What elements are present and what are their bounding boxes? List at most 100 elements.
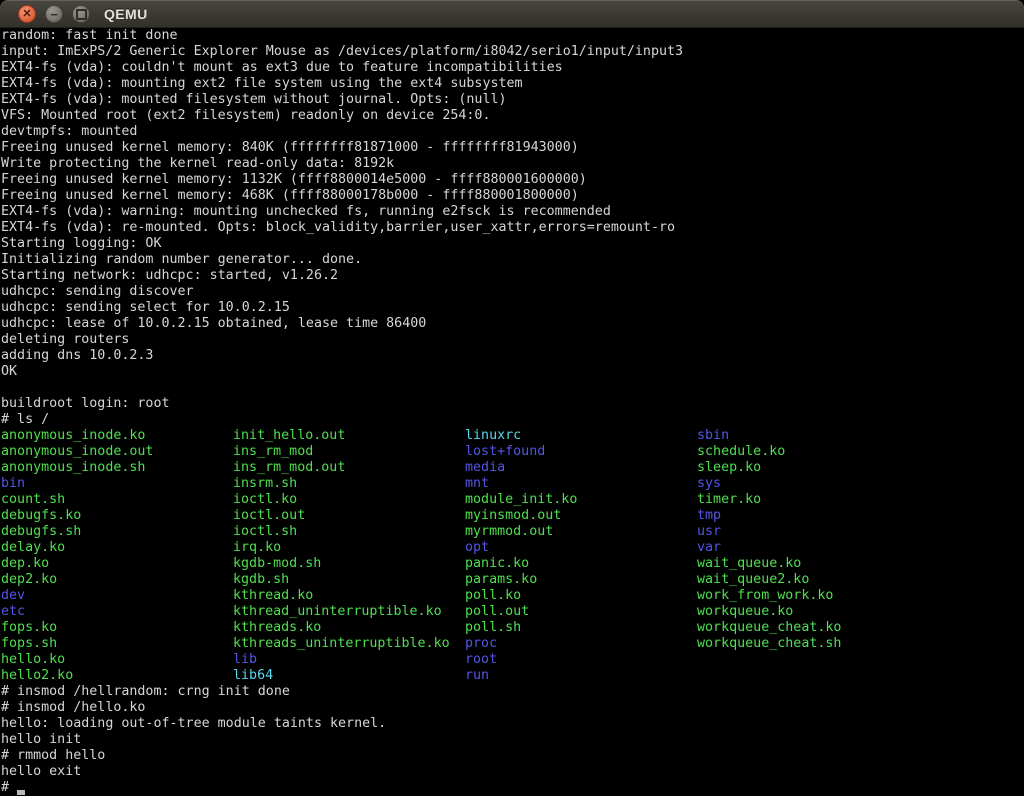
file-entry: sleep.ko (697, 460, 761, 476)
file-entry: insrm.sh (233, 476, 297, 492)
terminal-line: # insmod /hellrandom: crng init done (0, 684, 1024, 700)
file-entry: kthreads_uninterruptible.ko (233, 636, 450, 652)
terminal-line: Initializing random number generator... … (0, 252, 1024, 268)
title-bar[interactable]: ✕ − QEMU (0, 0, 1024, 28)
prompt-line: # (0, 780, 1024, 796)
file-entry: delay.ko (1, 540, 65, 556)
terminal-line: OK (0, 364, 1024, 380)
file-entry: init_hello.out (233, 428, 345, 444)
dir-entry: tmp (697, 508, 721, 524)
link-entry: lib64 (233, 668, 273, 684)
terminal-text: OK (1, 364, 17, 379)
terminal-text: udhcpc: sending discover (1, 284, 194, 299)
file-entry: kthreads.ko (233, 620, 321, 636)
file-entry: fops.ko (1, 620, 57, 636)
minimize-button[interactable]: − (45, 5, 63, 23)
terminal-line: Freeing unused kernel memory: 840K (ffff… (0, 140, 1024, 156)
ls-output-line: delay.koirq.kooptvar (0, 540, 1024, 556)
terminal-text: EXT4-fs (vda): mounting ext2 file system… (1, 76, 523, 91)
link-entry: linuxrc (465, 428, 521, 444)
terminal-text: Freeing unused kernel memory: 840K (ffff… (1, 140, 579, 155)
file-entry: hello2.ko (1, 668, 73, 684)
window-title: QEMU (104, 0, 148, 28)
terminal-line: udhcpc: sending discover (0, 284, 1024, 300)
file-entry: wait_queue.ko (697, 556, 801, 572)
terminal-text: Starting network: udhcpc: started, v1.26… (1, 268, 338, 283)
file-entry: irq.ko (233, 540, 281, 556)
terminal-text: hello init (1, 732, 81, 747)
terminal-line: EXT4-fs (vda): couldn't mount as ext3 du… (0, 60, 1024, 76)
dir-entry: run (465, 668, 489, 684)
terminal-text: udhcpc: lease of 10.0.2.15 obtained, lea… (1, 316, 426, 331)
ls-output-line: count.shioctl.komodule_init.kotimer.ko (0, 492, 1024, 508)
terminal-line: # ls / (0, 412, 1024, 428)
maximize-icon (76, 9, 87, 20)
file-entry: hello.ko (1, 652, 65, 668)
ls-output-line: bin insrm.sh mnt sys (0, 476, 1024, 492)
ls-output-line: hello2.ko lib64 run (0, 668, 1024, 684)
terminal-text: random: fast init done (1, 28, 178, 43)
ls-output-line: anonymous_inode.shins_rm_mod.outmediasle… (0, 460, 1024, 476)
terminal-text: EXT4-fs (vda): warning: mounting uncheck… (1, 204, 611, 219)
file-entry: params.ko (465, 572, 537, 588)
file-entry: workqueue.ko (697, 604, 793, 620)
dir-entry: sbin (697, 428, 729, 444)
terminal-cursor (17, 790, 25, 795)
terminal-line: adding dns 10.0.2.3 (0, 348, 1024, 364)
terminal-line: EXT4-fs (vda): mounted filesystem withou… (0, 92, 1024, 108)
file-entry: module_init.ko (465, 492, 577, 508)
terminal-text: VFS: Mounted root (ext2 filesystem) read… (1, 108, 490, 123)
dir-entry: sys (697, 476, 721, 492)
ls-output-line: fops.shkthreads_uninterruptible.koprocwo… (0, 636, 1024, 652)
terminal-line: Freeing unused kernel memory: 468K (ffff… (0, 188, 1024, 204)
terminal-screen[interactable]: random: fast init doneinput: ImExPS/2 Ge… (0, 28, 1024, 796)
file-entry: ioctl.sh (233, 524, 297, 540)
terminal-text: input: ImExPS/2 Generic Explorer Mouse a… (1, 44, 683, 59)
file-entry: dep.ko (1, 556, 49, 572)
file-entry: work_from_work.ko (697, 588, 833, 604)
maximize-button[interactable] (72, 5, 90, 23)
terminal-line: Starting logging: OK (0, 236, 1024, 252)
file-entry: wait_queue2.ko (697, 572, 809, 588)
dir-entry: var (697, 540, 721, 556)
file-entry: poll.out (465, 604, 529, 620)
ls-output-line: anonymous_inode.outins_rm_modlost+founds… (0, 444, 1024, 460)
terminal-text: adding dns 10.0.2.3 (1, 348, 153, 363)
file-entry: kthread.ko (233, 588, 313, 604)
dir-entry: usr (697, 524, 721, 540)
terminal-line: hello init (0, 732, 1024, 748)
qemu-window: ✕ − QEMU random: fast init doneinput: Im… (0, 0, 1024, 796)
terminal-text: # ls / (1, 412, 49, 427)
terminal-text: udhcpc: sending select for 10.0.2.15 (1, 300, 290, 315)
file-entry: kgdb-mod.sh (233, 556, 321, 572)
file-entry: timer.ko (697, 492, 761, 508)
minimize-icon: − (50, 8, 58, 21)
ls-output-line: debugfs.shioctl.shmyrmmod.outusr (0, 524, 1024, 540)
terminal-line: hello: loading out-of-tree module taints… (0, 716, 1024, 732)
file-entry: kthread_uninterruptible.ko (233, 604, 442, 620)
terminal-line: Starting network: udhcpc: started, v1.26… (0, 268, 1024, 284)
ls-output-line: hello.kolibroot (0, 652, 1024, 668)
terminal-text: # (1, 780, 17, 795)
terminal-line: Freeing unused kernel memory: 1132K (fff… (0, 172, 1024, 188)
terminal-line: EXT4-fs (vda): re-mounted. Opts: block_v… (0, 220, 1024, 236)
terminal-text: # insmod /hello.ko (1, 700, 145, 715)
file-entry: dep2.ko (1, 572, 57, 588)
terminal-text: hello exit (1, 764, 81, 779)
terminal-text: Freeing unused kernel memory: 468K (ffff… (1, 188, 579, 203)
dir-entry: mnt (465, 476, 489, 492)
close-button[interactable]: ✕ (18, 5, 36, 23)
file-entry: ioctl.out (233, 508, 305, 524)
terminal-line: buildroot login: root (0, 396, 1024, 412)
ls-output-line: debugfs.koioctl.outmyinsmod.outtmp (0, 508, 1024, 524)
terminal-text: EXT4-fs (vda): couldn't mount as ext3 du… (1, 60, 563, 75)
terminal-line: input: ImExPS/2 Generic Explorer Mouse a… (0, 44, 1024, 60)
terminal-line: # rmmod hello (0, 748, 1024, 764)
ls-output-line: fops.kokthreads.kopoll.shworkqueue_cheat… (0, 620, 1024, 636)
file-entry: ins_rm_mod (233, 444, 313, 460)
terminal-text: Starting logging: OK (1, 236, 161, 251)
dir-entry: bin (1, 476, 25, 492)
terminal-line: VFS: Mounted root (ext2 filesystem) read… (0, 108, 1024, 124)
terminal-text: Initializing random number generator... … (1, 252, 362, 267)
file-entry: poll.ko (465, 588, 521, 604)
